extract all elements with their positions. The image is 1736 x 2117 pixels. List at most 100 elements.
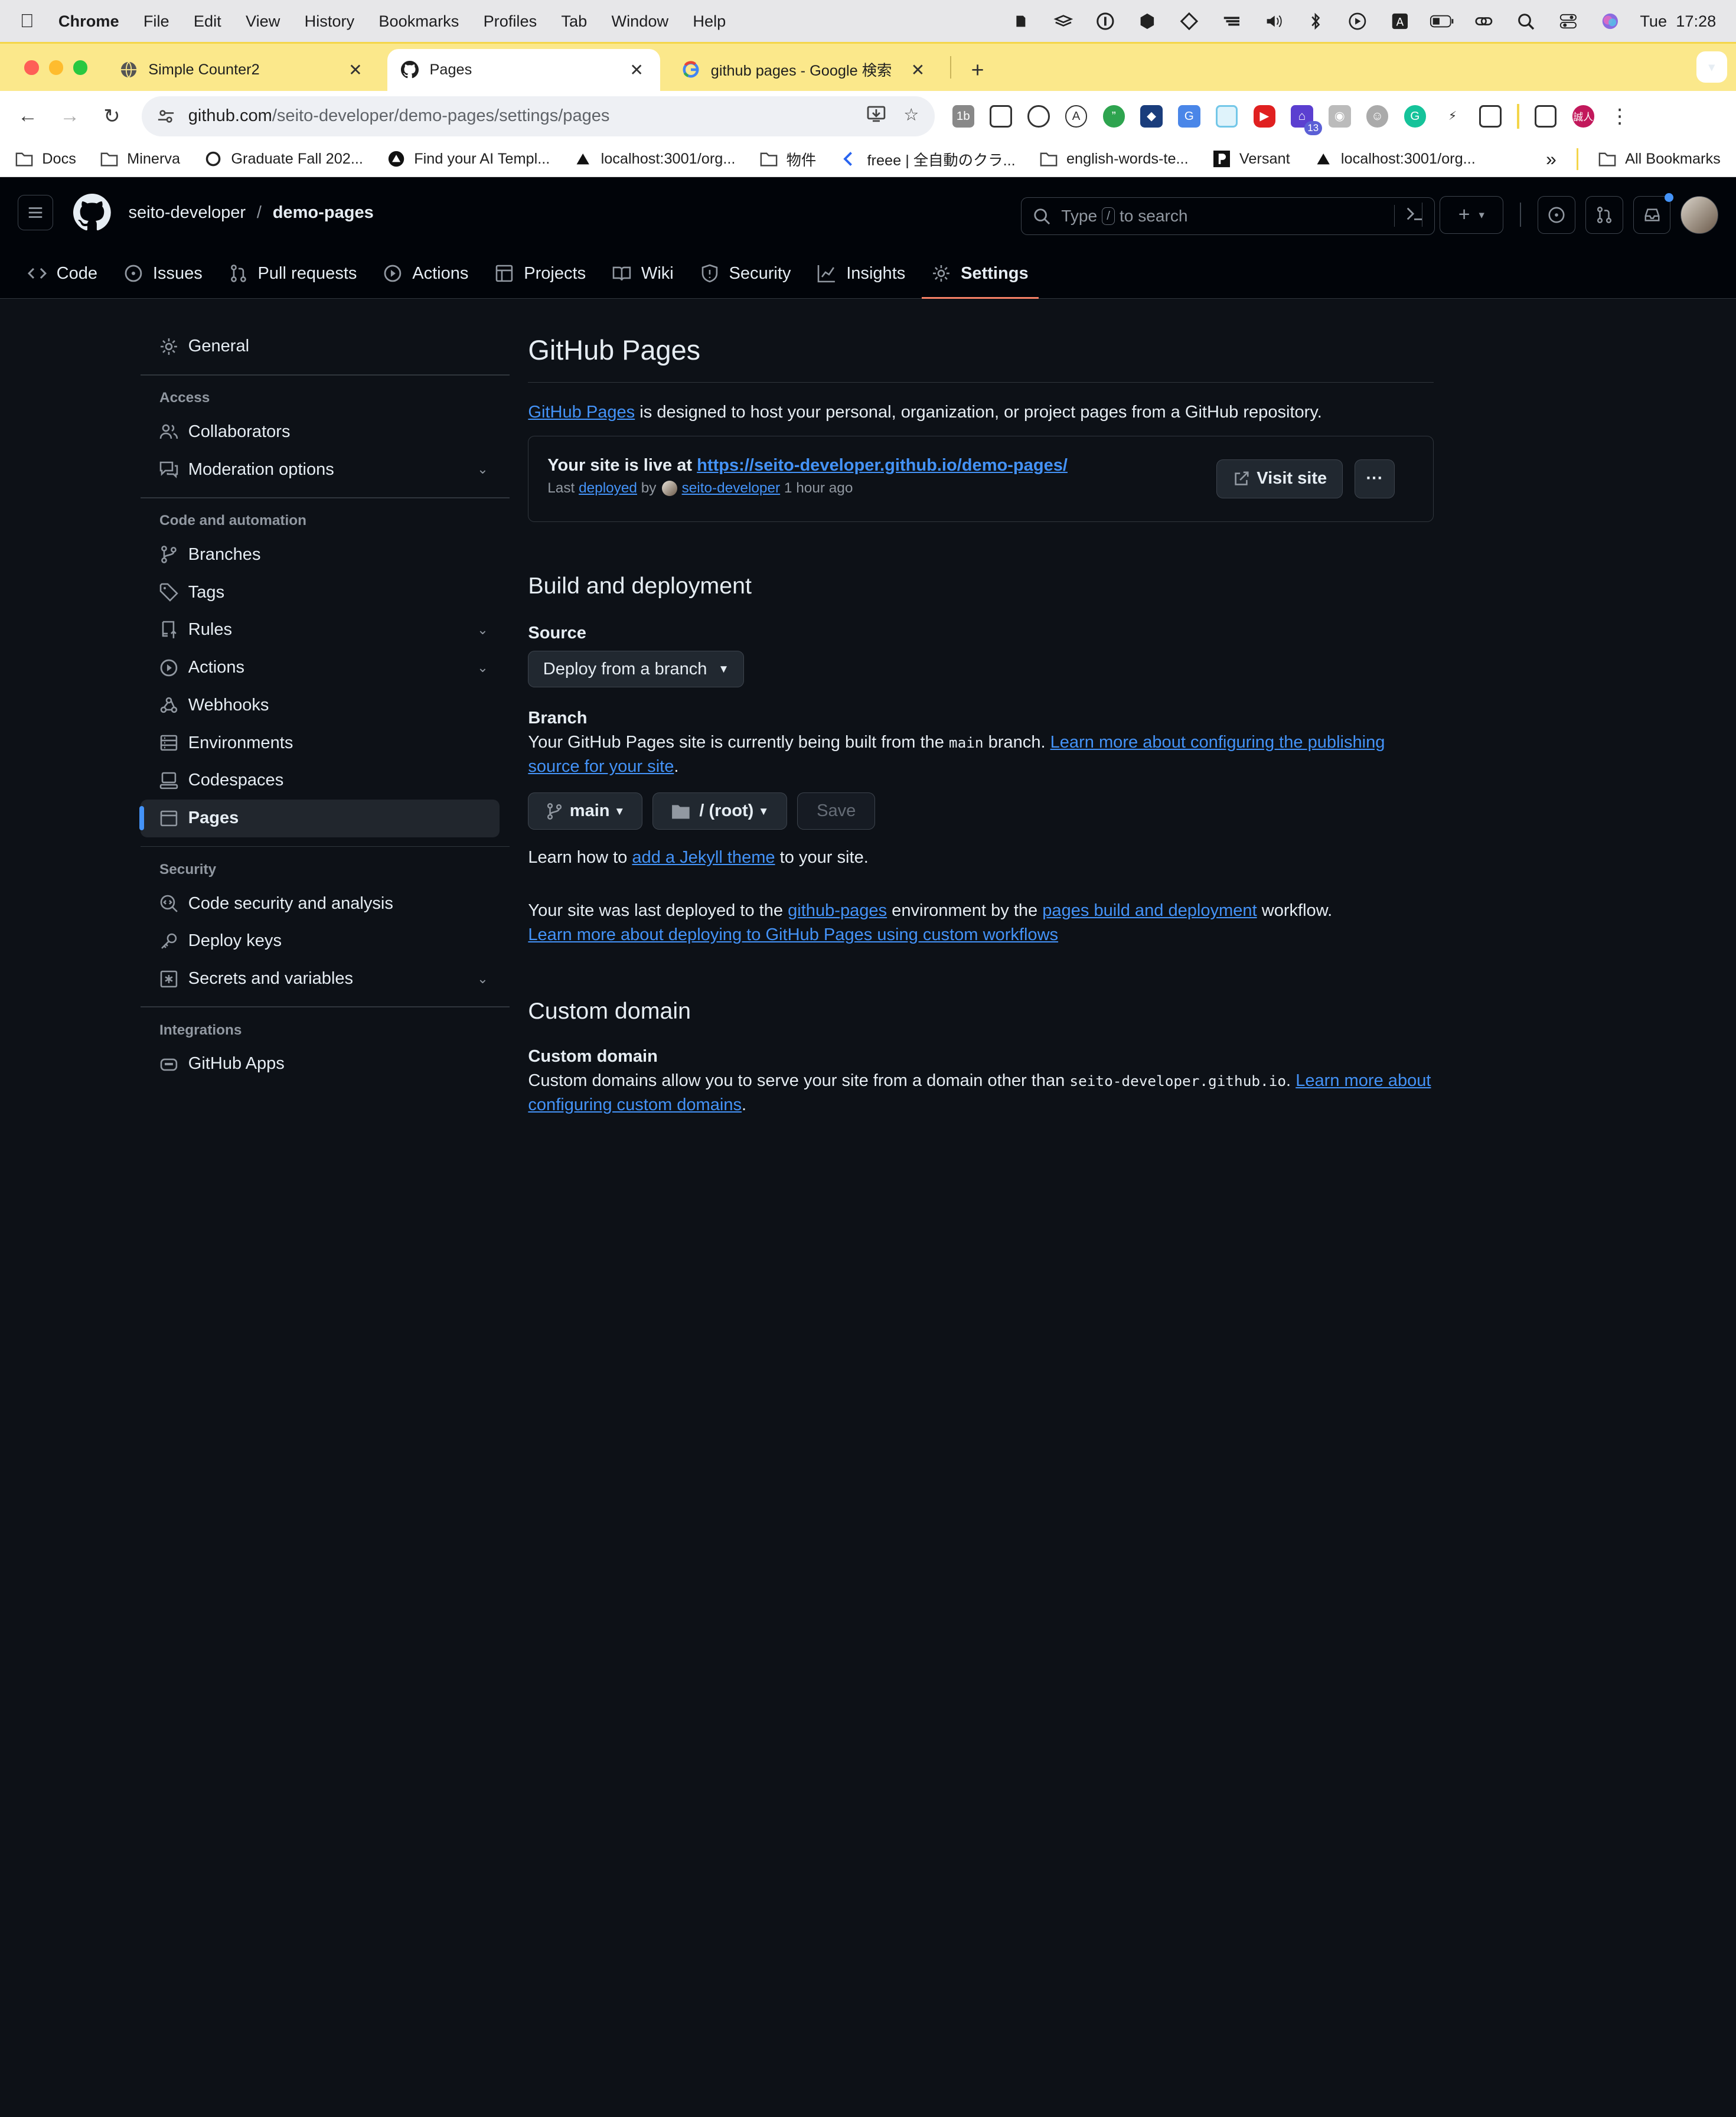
close-icon[interactable]: ✕ — [626, 60, 647, 80]
tab-code[interactable]: Code — [18, 248, 107, 299]
bluetooth-icon[interactable] — [1303, 11, 1327, 31]
bookmark-minerva[interactable]: Minerva — [100, 151, 180, 168]
sidebar-item-github-apps[interactable]: GitHub Apps — [141, 1045, 500, 1083]
menubar-clock[interactable]: Tue 17:28 — [1640, 12, 1716, 31]
qr-code-icon[interactable] — [990, 105, 1012, 128]
extension-1b-icon[interactable]: 1b — [952, 105, 974, 128]
sidebar-item-deploy-keys[interactable]: Deploy keys — [141, 922, 500, 960]
minimize-window-button[interactable] — [48, 60, 63, 75]
site-url-link[interactable]: https://seito-developer.github.io/demo-p… — [697, 456, 1068, 475]
chevron-down-icon[interactable]: ⌄ — [477, 622, 488, 638]
back-arrow-icon[interactable]: ← — [11, 100, 44, 133]
sidebar-item-moderation-options[interactable]: Moderation options ⌄ — [141, 451, 500, 488]
sidebar-item-general[interactable]: General — [141, 328, 500, 366]
owner-link[interactable]: seito-developer — [129, 203, 246, 222]
tab-simple-counter[interactable]: Simple Counter2 ✕ — [106, 49, 378, 91]
translate-icon[interactable]: G — [1178, 105, 1200, 128]
profile-avatar[interactable]: 誠人 — [1572, 105, 1594, 128]
battery-icon[interactable] — [1430, 11, 1454, 31]
tab-pages[interactable]: Pages ✕ — [387, 48, 660, 91]
source-dropdown[interactable]: Deploy from a branch ▼ — [528, 651, 745, 688]
chevron-down-icon[interactable]: ⌄ — [477, 660, 488, 676]
tab-pull-requests[interactable]: Pull requests — [219, 248, 367, 299]
repo-link[interactable]: demo-pages — [273, 203, 374, 222]
pull-request-icon[interactable] — [1585, 195, 1623, 234]
chrome-menu-icon[interactable]: ⋮ — [1610, 105, 1630, 128]
new-tab-plus-icon[interactable]: + — [960, 49, 996, 91]
menu-tab[interactable]: Tab — [561, 12, 587, 31]
site-settings-icon[interactable] — [157, 107, 177, 125]
install-app-icon[interactable] — [867, 105, 886, 128]
close-icon[interactable]: ✕ — [345, 60, 366, 80]
user-avatar[interactable] — [1680, 195, 1718, 234]
video-extension-icon[interactable]: ▶ — [1253, 105, 1275, 128]
bookmark-ai-template[interactable]: Find your AI Templ... — [387, 151, 550, 168]
sidebar-item-branches[interactable]: Branches — [141, 536, 500, 574]
spotlight-search-icon[interactable] — [1514, 11, 1538, 31]
side-panel-icon[interactable] — [1534, 105, 1557, 128]
sidebar-item-webhooks[interactable]: Webhooks — [141, 687, 500, 725]
sidebar-item-tags[interactable]: Tags — [141, 573, 500, 611]
bookmarks-overflow-icon[interactable]: » — [1546, 148, 1556, 170]
github-pages-link[interactable]: GitHub Pages — [528, 403, 635, 422]
bookmark-localhost-1[interactable]: localhost:3001/org... — [575, 151, 735, 168]
bookmark-freee[interactable]: freee | 全自動のクラ... — [841, 149, 1016, 170]
grammarly-icon[interactable]: G — [1404, 105, 1426, 128]
onepassword-icon[interactable] — [1093, 11, 1117, 31]
zoom-window-button[interactable] — [73, 60, 88, 75]
menu-file[interactable]: File — [143, 12, 169, 31]
extensions-puzzle-icon[interactable] — [1479, 105, 1502, 128]
menu-app[interactable]: Chrome — [58, 12, 119, 31]
tab-wiki[interactable]: Wiki — [602, 248, 683, 299]
sidebar-item-pages[interactable]: Pages — [139, 799, 500, 837]
menu-profiles[interactable]: Profiles — [484, 12, 537, 31]
bookmark-docs[interactable]: Docs — [15, 151, 76, 168]
volume-icon[interactable] — [1261, 11, 1285, 31]
sidebar-item-rules[interactable]: Rules ⌄ — [141, 611, 500, 649]
bookmark-english-words[interactable]: english-words-te... — [1040, 151, 1189, 168]
hexagon-icon[interactable] — [1135, 11, 1159, 31]
tab-security[interactable]: Security — [690, 248, 801, 299]
close-window-button[interactable] — [24, 60, 39, 75]
tab-insights[interactable]: Insights — [808, 248, 916, 299]
tab-projects[interactable]: Projects — [485, 248, 596, 299]
menu-bookmarks[interactable]: Bookmarks — [378, 12, 459, 31]
bookmark-versant[interactable]: Versant — [1213, 151, 1290, 168]
sidebar-item-secrets-variables[interactable]: Secrets and variables ⌄ — [141, 960, 500, 998]
issues-circle-icon[interactable] — [1538, 195, 1576, 234]
wand-icon[interactable]: ⚡ — [1441, 105, 1464, 128]
save-button[interactable]: Save — [797, 792, 876, 830]
deployed-link[interactable]: deployed — [579, 480, 637, 497]
workflow-link[interactable]: pages build and deployment — [1042, 901, 1257, 920]
chevron-down-icon[interactable]: ⌄ — [477, 462, 488, 477]
github-logo-icon[interactable] — [73, 194, 111, 231]
sidebar-item-code-security[interactable]: Code security and analysis — [141, 885, 500, 922]
forward-arrow-icon[interactable]: → — [53, 100, 86, 133]
bookmark-property[interactable]: 物件 — [760, 149, 816, 170]
circle-extension-icon[interactable] — [1027, 105, 1050, 128]
all-bookmarks[interactable]: All Bookmarks — [1598, 151, 1721, 168]
more-options-kebab-icon[interactable]: ··· — [1355, 459, 1395, 498]
address-bar[interactable]: github.com/seito-developer/demo-pages/se… — [142, 96, 935, 136]
bookmark-localhost-2[interactable]: localhost:3001/org... — [1314, 151, 1476, 168]
apple-icon[interactable]:  — [20, 10, 34, 32]
sidebar-item-collaborators[interactable]: Collaborators — [141, 413, 500, 451]
inbox-icon[interactable] — [1633, 193, 1673, 234]
create-new-button[interactable]: + ▾ — [1439, 195, 1504, 234]
tab-issues[interactable]: Issues — [114, 248, 212, 299]
sidebar-item-actions[interactable]: Actions ⌄ — [141, 649, 500, 687]
play-icon[interactable] — [1346, 11, 1370, 31]
menu-help[interactable]: Help — [693, 12, 726, 31]
robot-icon[interactable]: ☺ — [1366, 105, 1389, 128]
evernote-icon[interactable] — [1009, 11, 1033, 31]
chevron-down-icon[interactable]: ⌄ — [477, 971, 488, 987]
menu-edit[interactable]: Edit — [194, 12, 221, 31]
hat-extension-icon[interactable]: ⌂ 13 — [1291, 105, 1322, 135]
diamond-icon[interactable] — [1177, 11, 1202, 31]
close-icon[interactable]: ✕ — [908, 60, 928, 80]
custom-workflows-link[interactable]: Learn more about deploying to GitHub Pag… — [528, 925, 1058, 944]
environment-link[interactable]: github-pages — [788, 901, 887, 920]
stripes-icon[interactable] — [1219, 11, 1244, 31]
branch-select[interactable]: main ▼ — [528, 792, 642, 830]
link-icon[interactable] — [1471, 11, 1496, 31]
